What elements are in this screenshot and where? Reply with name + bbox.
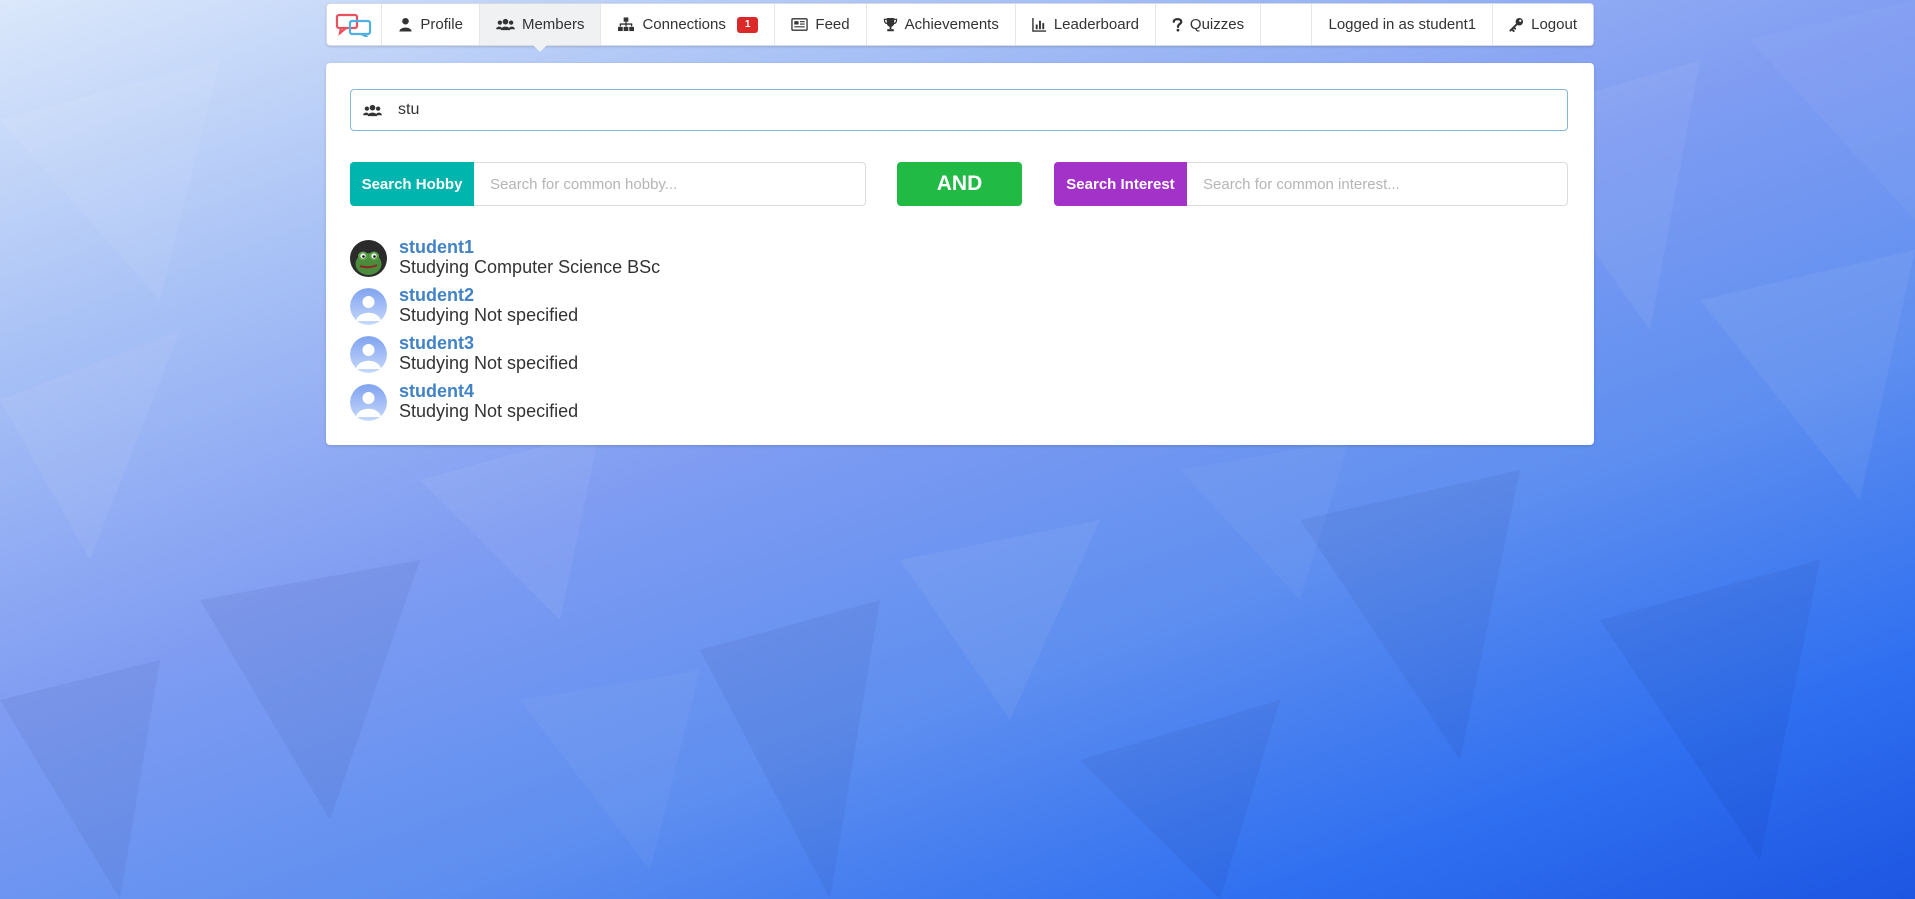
member-search-box bbox=[350, 89, 1568, 131]
newspaper-icon bbox=[791, 18, 809, 31]
nav-members[interactable]: Members bbox=[479, 4, 602, 52]
nav-quizzes[interactable]: Quizzes bbox=[1156, 4, 1262, 45]
nav-members-label: Members bbox=[521, 16, 585, 33]
list-item: student1 Studying Computer Science BSc bbox=[350, 237, 660, 285]
member-results-list: student1 Studying Computer Science BSc s… bbox=[350, 237, 660, 429]
logo-link[interactable] bbox=[327, 4, 383, 45]
nav-feed[interactable]: Feed bbox=[775, 4, 867, 45]
member-search-input[interactable] bbox=[396, 100, 1500, 120]
member-description: Studying Not specified bbox=[399, 353, 579, 373]
frog-avatar-image bbox=[350, 240, 387, 277]
nav-leaderboard-label: Leaderboard bbox=[1053, 16, 1139, 33]
members-panel: Search Hobby AND Search Interest bbox=[326, 63, 1594, 445]
users-icon bbox=[496, 18, 515, 31]
and-toggle-button[interactable]: AND bbox=[897, 162, 1022, 206]
default-user-avatar-icon bbox=[350, 288, 387, 325]
user-icon bbox=[399, 17, 413, 32]
bar-chart-icon bbox=[1032, 17, 1046, 32]
notification-badge: 1 bbox=[736, 16, 759, 33]
nav-achievements[interactable]: Achievements bbox=[867, 4, 1016, 45]
default-avatar[interactable] bbox=[350, 384, 387, 421]
chat-logo-icon bbox=[336, 13, 372, 37]
nav-empty-cell bbox=[1261, 4, 1313, 45]
logged-in-status: Logged in as student1 bbox=[1312, 4, 1494, 45]
sitemap-icon bbox=[618, 17, 635, 32]
logout-label: Logout bbox=[1531, 16, 1577, 33]
member-description: Studying Not specified bbox=[399, 305, 579, 325]
nav-profile[interactable]: Profile bbox=[382, 4, 480, 45]
member-description: Studying Computer Science BSc bbox=[399, 257, 661, 277]
logged-in-text: Logged in as student1 bbox=[1328, 16, 1477, 33]
default-avatar[interactable] bbox=[350, 336, 387, 373]
list-item: student2 Studying Not specified bbox=[350, 285, 660, 333]
search-interest-button[interactable]: Search Interest bbox=[1054, 162, 1187, 206]
filter-row: Search Hobby AND Search Interest bbox=[350, 162, 1568, 206]
top-navbar: Profile Members Connections 1 Feed Achie… bbox=[326, 3, 1594, 52]
trophy-icon bbox=[883, 17, 897, 32]
nav-leaderboard[interactable]: Leaderboard bbox=[1016, 4, 1156, 45]
member-name-link[interactable]: student3 bbox=[399, 333, 578, 353]
list-item: student4 Studying Not specified bbox=[350, 381, 660, 429]
member-name-link[interactable]: student2 bbox=[399, 285, 578, 305]
nav-feed-label: Feed bbox=[815, 16, 850, 33]
default-user-avatar-icon bbox=[350, 336, 387, 373]
member-name-link[interactable]: student4 bbox=[399, 381, 578, 401]
frog-avatar[interactable] bbox=[350, 240, 387, 277]
users-icon bbox=[363, 104, 382, 116]
member-name-link[interactable]: student1 bbox=[399, 237, 660, 257]
interest-search-input[interactable] bbox=[1187, 162, 1568, 206]
list-item: student3 Studying Not specified bbox=[350, 333, 660, 381]
nav-quizzes-label: Quizzes bbox=[1189, 16, 1245, 33]
logout-button[interactable]: Logout bbox=[1493, 4, 1593, 45]
key-icon bbox=[1509, 17, 1524, 32]
nav-achievements-label: Achievements bbox=[904, 16, 999, 33]
search-hobby-button[interactable]: Search Hobby bbox=[350, 162, 474, 206]
member-description: Studying Not specified bbox=[399, 401, 579, 421]
default-avatar[interactable] bbox=[350, 288, 387, 325]
question-icon bbox=[1172, 18, 1183, 32]
nav-connections[interactable]: Connections 1 bbox=[601, 4, 776, 45]
nav-profile-label: Profile bbox=[420, 16, 463, 33]
nav-connections-label: Connections bbox=[642, 16, 726, 33]
hobby-search-input[interactable] bbox=[474, 162, 866, 206]
default-user-avatar-icon bbox=[350, 384, 387, 421]
